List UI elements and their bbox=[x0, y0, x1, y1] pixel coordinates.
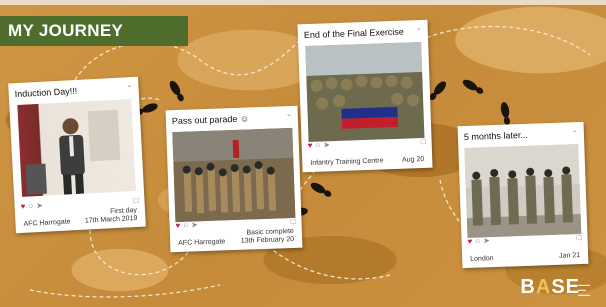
boot-print-icon bbox=[500, 102, 510, 125]
card-caption: Induction Day!!! bbox=[14, 85, 78, 100]
photo-card-pass-out: Pass out parade ☺ ⌄ ♥○➤ □ Basic complete… bbox=[165, 105, 303, 253]
card-footer: ♥○➤ □ London Jan 21 bbox=[461, 233, 588, 265]
share-icon[interactable]: ➤ bbox=[483, 236, 493, 245]
card-caption: 5 months later... bbox=[463, 129, 529, 143]
bookmark-icon[interactable]: □ bbox=[133, 196, 138, 205]
photo-five-months-later bbox=[464, 144, 582, 238]
card-date: 13th February 20 bbox=[240, 235, 295, 245]
share-icon[interactable]: ➤ bbox=[36, 201, 46, 210]
more-icon[interactable]: ⌄ bbox=[126, 81, 132, 89]
more-icon[interactable]: ⌄ bbox=[286, 110, 292, 118]
parade-illustration bbox=[172, 127, 296, 223]
share-icon[interactable]: ➤ bbox=[323, 140, 333, 149]
card-note: First day bbox=[109, 206, 138, 216]
bookmark-icon[interactable]: □ bbox=[291, 217, 296, 226]
card-footer: ♥○➤ □ First day AFC Harrogate 17th March… bbox=[14, 196, 145, 231]
card-footer: ♥○➤ □ Infantry Training Centre Aug 20 bbox=[302, 137, 433, 170]
person-illustration bbox=[25, 109, 121, 195]
more-icon[interactable]: ⌄ bbox=[416, 24, 422, 32]
more-icon[interactable]: ⌄ bbox=[572, 126, 578, 134]
card-location: London bbox=[470, 255, 494, 263]
base-logo: BASE bbox=[520, 276, 580, 298]
bookmark-icon[interactable]: □ bbox=[421, 137, 426, 146]
photo-induction bbox=[17, 99, 136, 197]
bookmark-icon[interactable]: □ bbox=[577, 233, 582, 242]
base-logo-subtext: ▬▬▬ ▬▬ ▬▬▬ bbox=[578, 282, 590, 297]
card-date: Jan 21 bbox=[559, 252, 581, 260]
boot-print-icon bbox=[462, 79, 484, 94]
card-caption: Pass out parade ☺ bbox=[171, 113, 250, 127]
card-date: Aug 20 bbox=[401, 155, 425, 164]
card-date: 17th March 2019 bbox=[84, 214, 138, 225]
photo-card-induction: Induction Day!!! ⌄ ♥○➤ □ First day AFC H… bbox=[8, 76, 146, 234]
photo-pass-out-parade bbox=[172, 127, 296, 223]
share-icon[interactable]: ➤ bbox=[191, 220, 201, 229]
card-location: Infantry Training Centre bbox=[310, 157, 384, 167]
boot-print-icon bbox=[169, 80, 184, 102]
card-footer: ♥○➤ □ Basic complete AFC Harrogate 13th … bbox=[169, 217, 302, 250]
card-caption: End of the Final Exercise bbox=[303, 26, 405, 41]
group-illustration bbox=[305, 42, 425, 142]
photo-card-final-exercise: End of the Final Exercise ⌄ ♥○➤ □ Infant… bbox=[297, 19, 433, 173]
boot-print-icon bbox=[310, 182, 332, 197]
card-location: AFC Harrogate bbox=[178, 238, 226, 247]
photo-final-exercise bbox=[305, 42, 425, 142]
boot-print-icon bbox=[429, 81, 446, 101]
soldiers-illustration bbox=[464, 144, 582, 238]
card-location: AFC Harrogate bbox=[23, 218, 71, 228]
photo-card-five-months: 5 months later... ⌄ ♥○➤ □ London Jan 21 bbox=[457, 121, 589, 269]
page-title: MY JOURNEY bbox=[0, 16, 188, 46]
